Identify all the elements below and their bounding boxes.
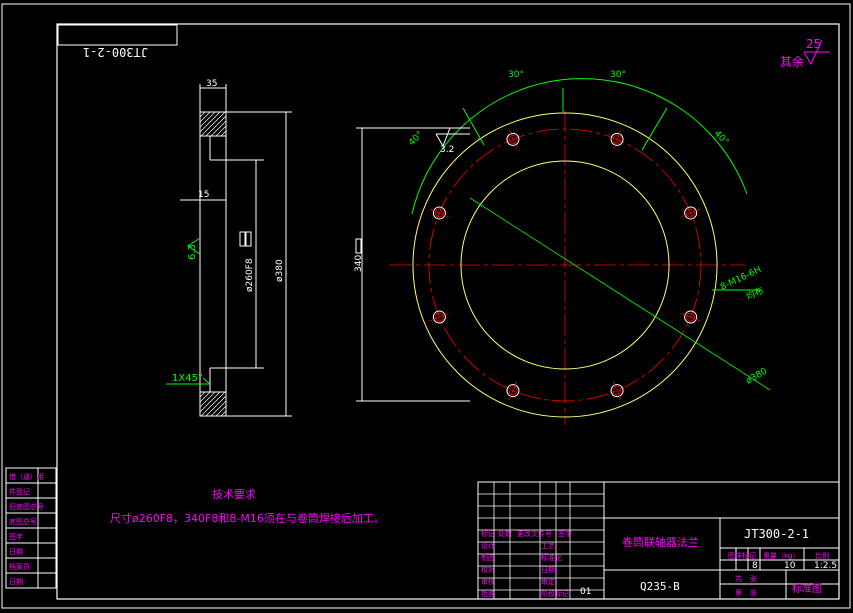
tb-standard: 标准图 [792, 583, 822, 595]
tb-qty: 8 [752, 561, 758, 571]
left-block-row-label: 日期 [9, 578, 23, 586]
tech-req-title: 技术要求 [212, 488, 256, 501]
left-block-row-label: 件登记 [9, 487, 30, 496]
cad-drawing: JT300-2-1 借（通）用件登记旧底图总号底图总号签字日期档案员日期 其余 … [0, 0, 853, 613]
tb-h-total: 共 [735, 574, 742, 583]
mirrored-code: JT300-2-1 [83, 45, 148, 59]
tb-scale: 1:2.5 [814, 561, 837, 571]
tb-h-sheetmark: 图样标记 [728, 551, 756, 560]
surface-finish-other-label: 其余 [780, 54, 804, 69]
tb-sheetno: 01 [580, 587, 591, 597]
tb-h-pages: 第 [735, 588, 742, 597]
left-block-row-label: 旧底图总号 [9, 502, 44, 511]
dim-outer: ø380 [275, 259, 285, 282]
finish-front: 3.2 [440, 145, 454, 155]
tb-h-page: 张 [750, 574, 757, 583]
dim-side-width: 35 [206, 79, 217, 89]
left-block-row-label: 底图总号 [9, 517, 37, 526]
left-block-row-label: 日期 [9, 548, 23, 556]
tb-r-craft: 工艺 [541, 542, 555, 550]
left-block-row-label: 档案员 [9, 562, 30, 571]
dim-angle-30a: 30° [508, 70, 524, 80]
tb-r-date: 日期 [541, 566, 555, 574]
tb-h-weight: 重量（kg） [763, 552, 800, 560]
finish-side: 6.3 [187, 244, 198, 260]
left-block-row-label: 借（通）用 [9, 472, 44, 481]
left-block-row-label: 签字 [9, 532, 23, 541]
surface-finish-other-value: 25 [806, 37, 821, 51]
tech-req-line1: 尺寸ø260F8，340F8和8-M16须在与卷筒焊接后加工。 [110, 511, 385, 525]
tb-mass: 10 [784, 561, 796, 571]
tb-h-ratio: 比例 [815, 551, 829, 560]
tb-part-name: 卷筒联轴器法兰 [622, 535, 699, 549]
tb-material: Q235-B [640, 580, 680, 593]
dim-chamfer: 1X45° [172, 373, 203, 384]
tb-code: JT300-2-1 [744, 527, 809, 541]
tb-h-sheet: 张 [750, 588, 757, 597]
dim-pcd: 340 [354, 255, 364, 272]
dim-side-step: 15 [198, 190, 209, 200]
dim-bore: ø260F8 [245, 258, 255, 292]
dim-angle-30b: 30° [610, 70, 626, 80]
